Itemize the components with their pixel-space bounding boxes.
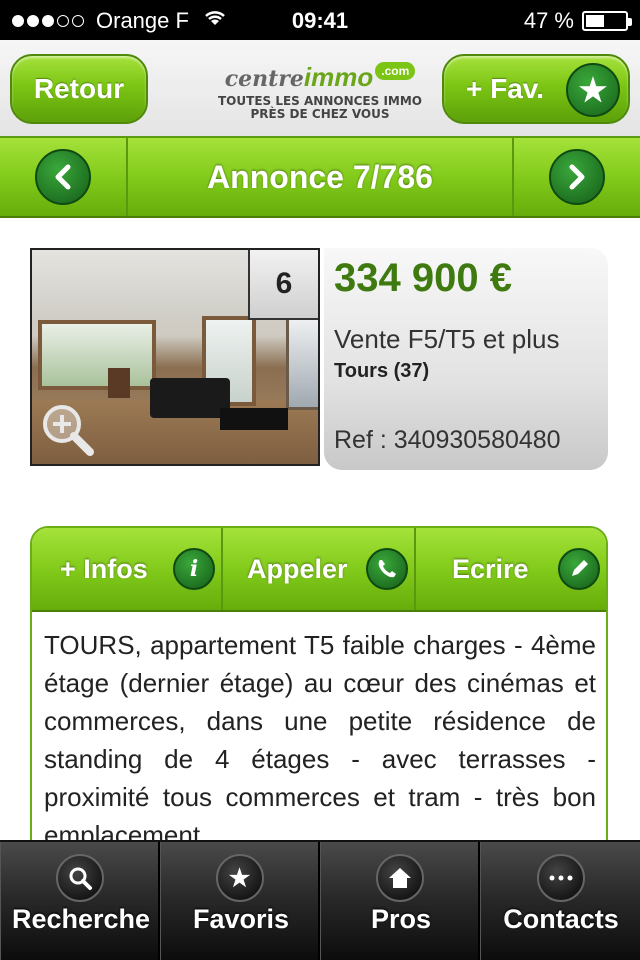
- back-button[interactable]: Retour: [10, 54, 148, 124]
- status-right: 47 %: [523, 8, 632, 34]
- logo-part-3: .com: [375, 62, 416, 80]
- logo-wordmark: centreimmo .com: [200, 62, 440, 93]
- photo-count-badge: 6: [248, 250, 318, 320]
- info-icon: i: [173, 548, 215, 590]
- phone-icon: [366, 548, 408, 590]
- listing-details-panel: + Infos i Appeler Ecrire TOURS, appartem…: [30, 526, 608, 856]
- tab-search-label: Recherche: [11, 904, 151, 934]
- tab-contacts[interactable]: Contacts: [480, 842, 640, 960]
- star-icon: ★: [215, 854, 264, 902]
- bottom-tab-bar: Recherche ★ Favoris Pros Contacts: [0, 840, 640, 960]
- tab-infos[interactable]: + Infos i: [32, 528, 223, 610]
- listing-type: Vente F5/T5 et plus: [334, 324, 560, 354]
- chevron-left-icon: [35, 149, 91, 205]
- logo: centreimmo .com TOUTES LES ANNONCES IMMO …: [200, 62, 440, 132]
- listing-navigation: Annonce 7/786: [0, 136, 640, 218]
- listing-summary: 334 900 € Vente F5/T5 et plus Tours (37)…: [324, 248, 608, 470]
- battery-percent: 47 %: [523, 8, 574, 33]
- ellipsis-icon: [536, 854, 585, 902]
- search-icon: [55, 854, 104, 902]
- listing-photo[interactable]: 6: [30, 248, 320, 466]
- action-tabs: + Infos i Appeler Ecrire: [32, 528, 606, 612]
- previous-listing-button[interactable]: [0, 138, 128, 216]
- listing-price: 334 900 €: [334, 256, 512, 300]
- add-favorite-button[interactable]: + Fav. ★: [442, 54, 630, 124]
- listing-description: TOURS, appartement T5 faible charges - 4…: [44, 630, 596, 850]
- chevron-right-icon: [549, 149, 605, 205]
- battery-icon: [582, 11, 632, 31]
- logo-part-2: immo: [303, 62, 374, 92]
- tab-write[interactable]: Ecrire: [416, 528, 606, 610]
- tab-favorites[interactable]: ★ Favoris: [160, 842, 320, 960]
- pencil-icon: [558, 548, 600, 590]
- zoom-in-icon[interactable]: [38, 400, 98, 460]
- logo-part-1: centre: [224, 66, 304, 92]
- tab-call-label: Appeler: [247, 553, 348, 584]
- battery-level: [586, 15, 604, 27]
- status-bar: Orange F 09:41 47 %: [0, 0, 640, 40]
- add-favorite-label: + Fav.: [466, 73, 545, 104]
- next-listing-button[interactable]: [512, 138, 640, 216]
- app-header: Retour centreimmo .com TOUTES LES ANNONCE…: [0, 40, 640, 136]
- home-icon: [375, 854, 424, 902]
- tab-write-label: Ecrire: [452, 553, 529, 584]
- tab-infos-label: + Infos: [60, 553, 148, 584]
- tab-pros[interactable]: Pros: [320, 842, 480, 960]
- tab-pros-label: Pros: [370, 904, 432, 934]
- tab-search[interactable]: Recherche: [0, 842, 160, 960]
- tab-call[interactable]: Appeler: [223, 528, 416, 610]
- logo-tagline-2: PRÈS DE CHEZ VOUS: [250, 107, 390, 121]
- listing-reference: Ref : 340930580480: [334, 426, 561, 454]
- tab-favorites-label: Favoris: [192, 904, 290, 934]
- listing-counter: Annonce 7/786: [207, 158, 433, 195]
- tab-contacts-label: Contacts: [503, 904, 619, 934]
- listing-city: Tours (37): [334, 360, 430, 382]
- star-icon: ★: [566, 63, 620, 117]
